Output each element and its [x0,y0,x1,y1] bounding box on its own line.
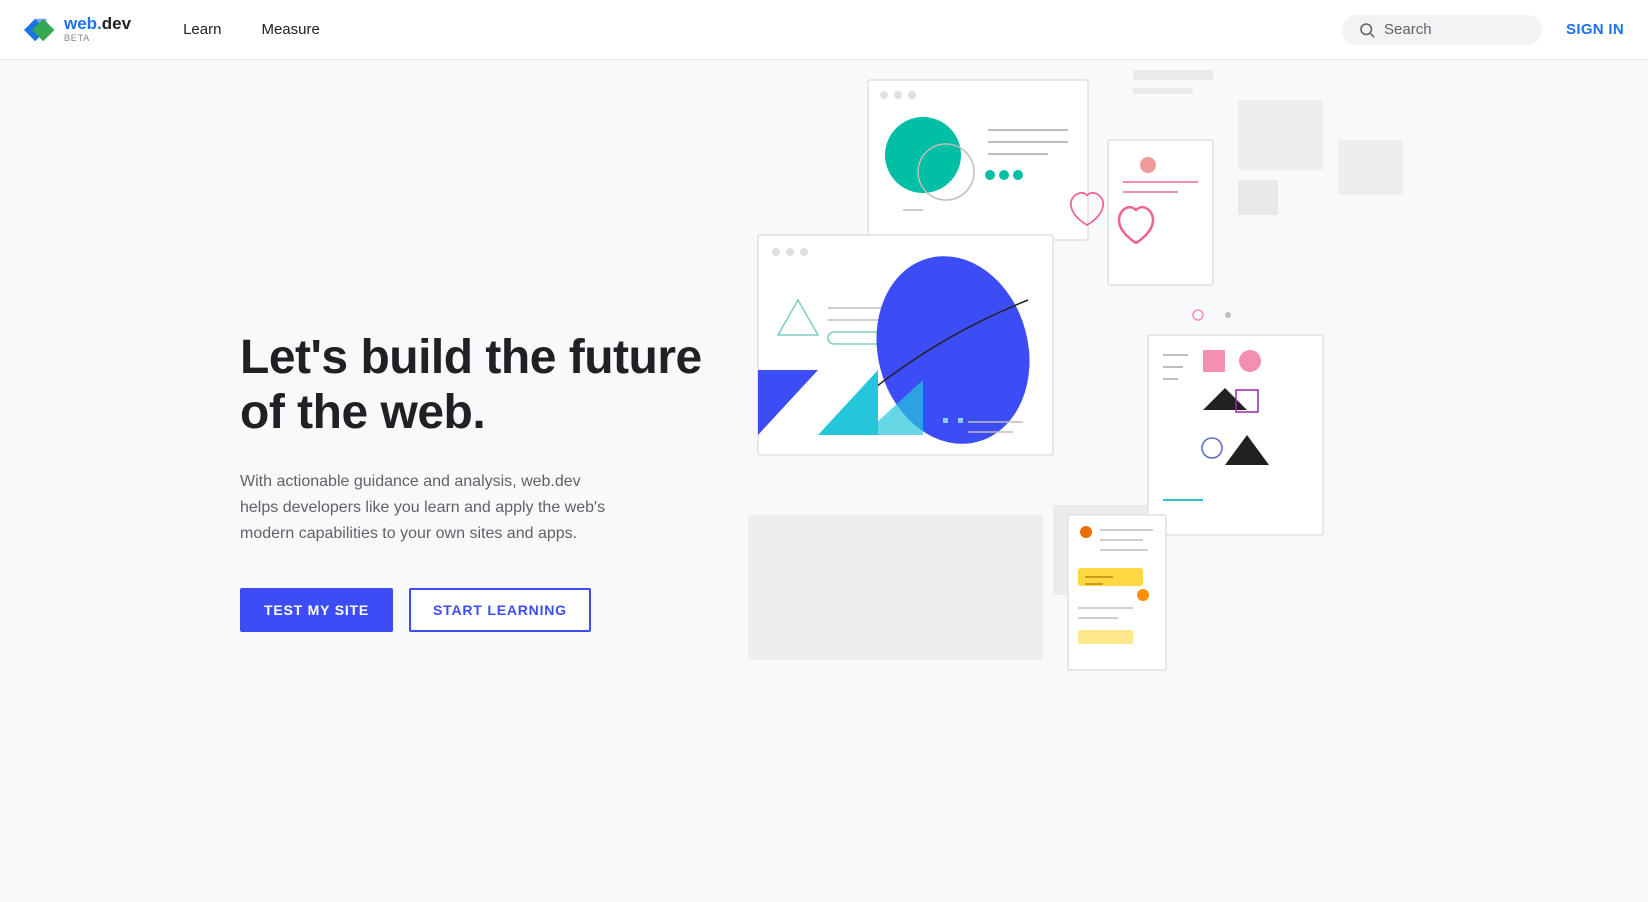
illustration-svg [748,60,1648,902]
navbar: web . dev BETA Learn Measure Search SIGN… [0,0,1648,60]
logo[interactable]: web . dev BETA [24,14,131,46]
logo-web: web [64,15,97,34]
test-my-site-button[interactable]: TEST MY SITE [240,588,393,632]
hero-content: Let's build the future of the web. With … [240,330,740,632]
hero-section: Let's build the future of the web. With … [0,60,1648,902]
hero-subtitle: With actionable guidance and analysis, w… [240,469,620,548]
search-bar[interactable]: Search [1342,15,1542,45]
hero-buttons: TEST MY SITE START LEARNING [240,588,740,632]
logo-icon [24,14,56,46]
hero-illustration [748,60,1648,902]
search-placeholder: Search [1384,21,1432,38]
logo-dev: dev [102,15,131,34]
start-learning-button[interactable]: START LEARNING [409,588,591,632]
nav-learn[interactable]: Learn [163,0,241,60]
search-icon [1358,21,1376,39]
hero-title: Let's build the future of the web. [240,330,740,440]
logo-beta: BETA [64,34,131,44]
nav-measure[interactable]: Measure [241,0,339,60]
sign-in-button[interactable]: SIGN IN [1566,21,1624,38]
